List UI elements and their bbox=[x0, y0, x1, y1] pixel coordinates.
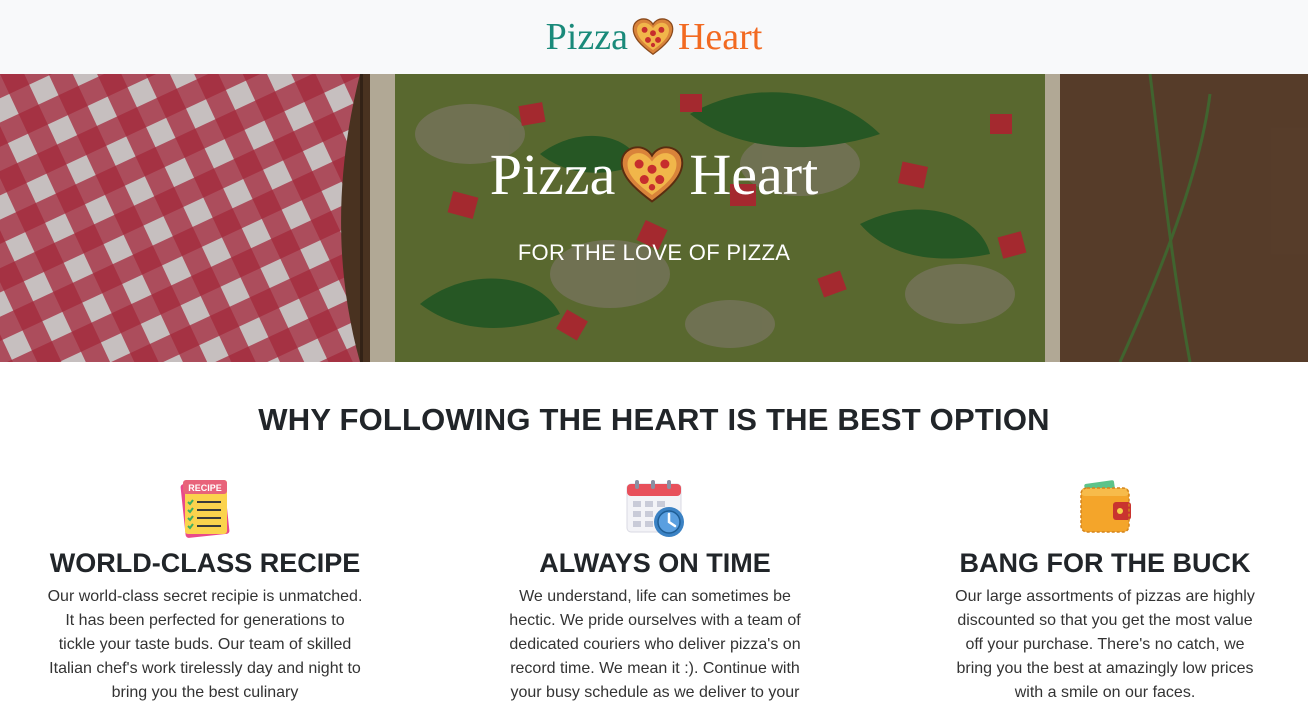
top-navbar: Pizza Heart bbox=[0, 0, 1308, 74]
hero-banner: Pizza Heart FOR THE LOVE OF PIZZA bbox=[0, 74, 1308, 362]
logo-word-pizza: Pizza bbox=[545, 16, 628, 58]
features-columns: RECIPE WORLD-CLASS RECIPE Our world-clas… bbox=[0, 476, 1308, 705]
feature-description: We understand, life can sometimes be hec… bbox=[509, 588, 801, 701]
hero-content: Pizza Heart FOR THE LOVE OF PIZZA bbox=[0, 146, 1308, 266]
calendar-clock-icon bbox=[626, 480, 684, 537]
feature-card-on-time: ALWAYS ON TIME We understand, life can s… bbox=[455, 476, 855, 705]
features-section: WHY FOLLOWING THE HEART IS THE BEST OPTI… bbox=[0, 362, 1308, 705]
feature-description: Our world-class secret recipie is unmatc… bbox=[47, 588, 363, 701]
brand-logo-link[interactable]: Pizza Heart bbox=[546, 18, 763, 56]
feature-title: ALWAYS ON TIME bbox=[539, 548, 771, 578]
feature-description: Our large assortments of pizzas are high… bbox=[955, 588, 1255, 701]
pizza-heart-icon bbox=[632, 18, 674, 56]
hero-tagline: FOR THE LOVE OF PIZZA bbox=[517, 240, 791, 265]
feature-title: WORLD-CLASS RECIPE bbox=[49, 548, 361, 578]
recipe-icon: RECIPE bbox=[180, 480, 230, 538]
pizza-heart-icon bbox=[621, 146, 684, 203]
hero-logo-word-heart: Heart bbox=[689, 142, 819, 207]
feature-title: BANG FOR THE BUCK bbox=[959, 548, 1251, 578]
wallet-icon bbox=[1080, 480, 1131, 533]
feature-card-value: BANG FOR THE BUCK Our large assortments … bbox=[905, 476, 1305, 705]
logo-word-heart: Heart bbox=[677, 16, 763, 58]
svg-text:RECIPE: RECIPE bbox=[188, 483, 222, 493]
features-heading: WHY FOLLOWING THE HEART IS THE BEST OPTI… bbox=[258, 402, 1050, 437]
hero-logo: Pizza Heart bbox=[490, 146, 818, 204]
hero-logo-word-pizza: Pizza bbox=[489, 142, 616, 207]
feature-card-recipe: RECIPE WORLD-CLASS RECIPE Our world-clas… bbox=[5, 476, 405, 705]
